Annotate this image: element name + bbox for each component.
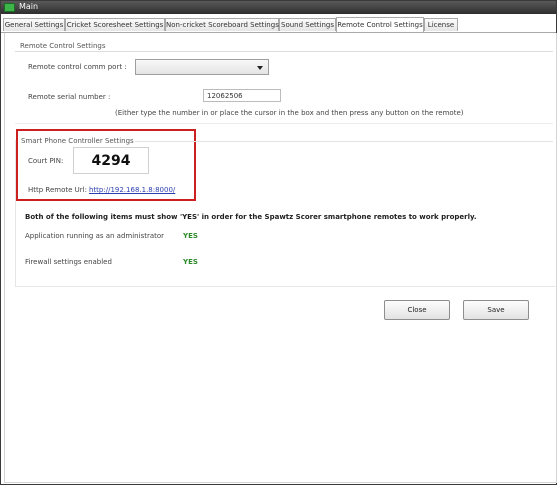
requirements-notice: Both of the following items must show 'Y… xyxy=(25,213,477,221)
tab-non-cricket-scoreboard-settings[interactable]: Non-cricket Scoreboard Settings xyxy=(165,18,279,31)
serial-number-input[interactable]: 12062506 xyxy=(203,89,281,102)
main-window: Main General Settings Cricket Scoresheet… xyxy=(0,0,557,485)
section-divider xyxy=(15,123,553,124)
serial-hint: (Either type the number in or place the … xyxy=(115,109,464,117)
tab-remote-control-settings[interactable]: Remote Control Settings xyxy=(336,17,424,32)
http-remote-url-label: Http Remote Url: xyxy=(28,186,87,194)
title-bar[interactable]: Main xyxy=(1,1,556,14)
app-icon xyxy=(4,3,15,12)
firewall-status-badge: YES xyxy=(183,258,198,266)
admin-requirement-label: Application running as an administrator xyxy=(25,232,165,240)
court-pin-label: Court PIN: xyxy=(28,157,64,165)
court-pin-display: 4294 xyxy=(73,147,149,174)
tab-cricket-scoresheet-settings[interactable]: Cricket Scoresheet Settings xyxy=(65,18,165,31)
tab-license[interactable]: License xyxy=(424,18,458,31)
court-pin-value: 4294 xyxy=(91,153,131,169)
chevron-down-icon xyxy=(257,66,263,70)
save-button[interactable]: Save xyxy=(463,300,529,320)
admin-status-badge: YES xyxy=(183,232,198,240)
smartphone-section-title: Smart Phone Controller Settings xyxy=(21,137,134,145)
section-divider xyxy=(15,51,553,52)
close-button[interactable]: Close xyxy=(384,300,450,320)
comm-port-select[interactable] xyxy=(135,59,269,75)
firewall-requirement-label: Firewall settings enabled xyxy=(25,258,112,266)
window-title: Main xyxy=(19,2,39,11)
tab-general-settings[interactable]: General Settings xyxy=(3,18,65,31)
tab-sound-settings[interactable]: Sound Settings xyxy=(279,18,336,31)
section-divider xyxy=(135,141,553,142)
http-remote-url-link[interactable]: http://192.168.1.8:8000/ xyxy=(89,186,175,194)
remote-control-section-title: Remote Control Settings xyxy=(20,42,106,50)
serial-number-value: 12062506 xyxy=(207,92,243,100)
comm-port-label: Remote control comm port : xyxy=(28,63,127,71)
serial-number-label: Remote serial number : xyxy=(28,93,111,101)
settings-tabs: General Settings Cricket Scoresheet Sett… xyxy=(1,17,556,33)
